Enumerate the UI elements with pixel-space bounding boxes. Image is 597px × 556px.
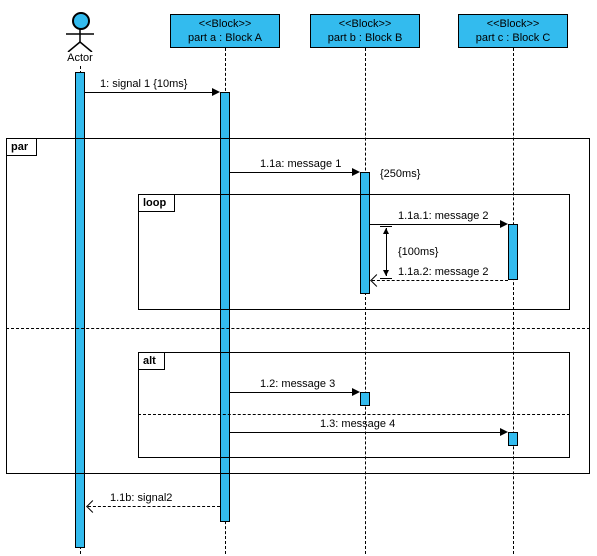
lifeline-header-a: <<Block>> part a : Block A (170, 14, 280, 48)
fragment-alt: alt (138, 352, 570, 458)
duration-line (386, 228, 387, 276)
lifeline-label: part b : Block B (311, 31, 419, 45)
arrow-down-icon (383, 270, 389, 276)
stereotype: <<Block>> (311, 17, 419, 31)
constraint-100: {100ms} (398, 246, 438, 258)
stereotype: <<Block>> (171, 17, 279, 31)
arrow-right-icon (500, 220, 508, 228)
stereotype: <<Block>> (459, 17, 567, 31)
actor-label: Actor (50, 52, 110, 64)
arrow-right-icon (500, 428, 508, 436)
msg-11b-label: 1.1b: signal2 (110, 492, 172, 504)
arrow-right-icon (212, 88, 220, 96)
lifeline-header-c: <<Block>> part c : Block C (458, 14, 568, 48)
lifeline-header-b: <<Block>> part b : Block B (310, 14, 420, 48)
arrow-up-icon (383, 228, 389, 234)
msg-13-arrow (230, 432, 506, 433)
arrow-left-open-icon (86, 500, 99, 513)
lifeline-label: part a : Block A (171, 31, 279, 45)
fragment-loop-label: loop (139, 195, 175, 212)
actor-body-icon (62, 26, 98, 52)
msg-12-arrow (230, 392, 358, 393)
par-divider (6, 328, 590, 329)
msg-11a-arrow (230, 172, 358, 173)
msg-11a1-label: 1.1a.1: message 2 (398, 210, 489, 222)
msg-11a1-arrow (370, 224, 506, 225)
arrow-right-icon (352, 168, 360, 176)
constraint-250: {250ms} (380, 168, 420, 180)
duration-tick-top (380, 226, 392, 227)
msg-12-label: 1.2: message 3 (260, 378, 335, 390)
msg-11a2-label: 1.1a.2: message 2 (398, 266, 489, 278)
fragment-loop: loop (138, 194, 570, 310)
msg-11a-label: 1.1a: message 1 (260, 158, 341, 170)
alt-divider (138, 414, 570, 415)
sequence-diagram: Actor <<Block>> part a : Block A <<Block… (0, 0, 597, 556)
msg-11b-arrow (88, 506, 220, 507)
msg-1-arrow (85, 92, 217, 93)
msg-13-label: 1.3: message 4 (320, 418, 395, 430)
msg-11a2-arrow (372, 280, 508, 281)
lifeline-label: part c : Block C (459, 31, 567, 45)
fragment-par-label: par (7, 139, 37, 156)
msg-1-label: 1: signal 1 {10ms} (100, 78, 187, 90)
arrow-right-icon (352, 388, 360, 396)
fragment-alt-label: alt (139, 353, 165, 370)
